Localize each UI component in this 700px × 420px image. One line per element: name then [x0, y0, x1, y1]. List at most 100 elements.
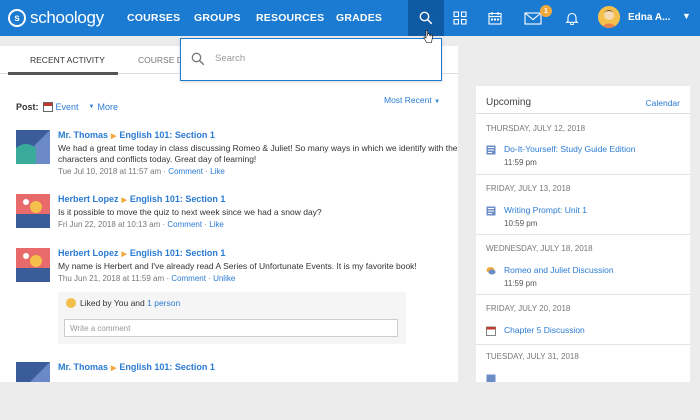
nav-resources[interactable]: RESOURCES: [256, 12, 324, 24]
discussion-icon: [486, 267, 496, 275]
student-avatar[interactable]: [16, 248, 50, 282]
divider: [476, 344, 690, 345]
event-name[interactable]: Chapter 5 Discussion: [504, 325, 585, 335]
logo-mark: s: [8, 9, 26, 27]
post-text: Is it possible to move the quiz to next …: [58, 207, 322, 217]
upcoming-event[interactable]: Writing Prompt: Unit 1 10:59 pm: [486, 205, 587, 228]
post-author[interactable]: Herbert Lopez: [58, 194, 119, 204]
upcoming-date: FRIDAY, JULY 20, 2018: [486, 304, 571, 313]
feed-item: Herbert Lopez ▶ English 101: Section 1 Is …: [16, 194, 456, 234]
post-course[interactable]: English 101: Section 1: [130, 248, 226, 258]
message-count-badge: 1: [540, 5, 552, 17]
search-dropdown: [180, 38, 442, 81]
post-event-link[interactable]: Event: [56, 102, 79, 112]
event-time: 10:59 pm: [504, 219, 538, 228]
calendar-icon[interactable]: [485, 8, 505, 28]
divider: [476, 294, 690, 295]
search-input[interactable]: [215, 53, 415, 64]
like-link[interactable]: Like: [209, 220, 224, 229]
post-timestamp: Thu Jun 21, 2018 at 11:59 am: [58, 274, 165, 283]
schoology-logo[interactable]: s schoology: [8, 6, 104, 30]
nav-groups[interactable]: GROUPS: [194, 12, 241, 24]
liked-by-text: Liked by You and: [80, 298, 145, 308]
upcoming-date: WEDNESDAY, JULY 18, 2018: [486, 244, 593, 253]
post-timestamp: Tue Jul 10, 2018 at 11:57 am: [58, 167, 162, 176]
event-time: 11:59 pm: [504, 158, 537, 167]
apps-grid-icon[interactable]: [450, 8, 470, 28]
post-more-link[interactable]: More: [97, 102, 118, 112]
liked-by-person-link[interactable]: 1 person: [147, 298, 180, 308]
arrow-right-icon: ▶: [111, 365, 117, 372]
nav-grades[interactable]: GRADES: [336, 12, 382, 24]
feed-item: Mr. Thomas ▶ English 101: Section 1 We had…: [16, 130, 458, 180]
comment-link[interactable]: Comment: [167, 220, 202, 229]
post-text: My name is Herbert and I've already read…: [58, 261, 417, 271]
post-course[interactable]: English 101: Section 1: [130, 194, 226, 204]
smiley-icon: [66, 298, 76, 308]
teacher-avatar[interactable]: [16, 362, 50, 382]
event-name[interactable]: Romeo and Juliet Discussion: [504, 265, 614, 275]
comment-link[interactable]: Comment: [168, 167, 203, 176]
student-avatar[interactable]: [16, 194, 50, 228]
post-timestamp: Fri Jun 22, 2018 at 10:13 am: [58, 220, 161, 229]
post-course[interactable]: English 101: Section 1: [119, 130, 215, 140]
event-time: 11:59 pm: [504, 279, 537, 288]
event-name[interactable]: Writing Prompt: Unit 1: [504, 205, 587, 215]
unlike-link[interactable]: Unlike: [213, 274, 235, 283]
post-author[interactable]: Mr. Thomas: [58, 362, 108, 372]
assignment-icon: [486, 145, 496, 155]
nav-courses[interactable]: COURSES: [127, 12, 180, 24]
calendar-link[interactable]: Calendar: [646, 98, 681, 108]
more-chevron-icon[interactable]: ▼: [89, 104, 95, 110]
comment-link[interactable]: Comment: [171, 274, 206, 283]
tab-recent-activity[interactable]: RECENT ACTIVITY: [30, 55, 105, 65]
sort-dropdown[interactable]: Most Recent ▼: [384, 95, 440, 105]
user-name[interactable]: Edna A...: [628, 12, 670, 23]
upcoming-event[interactable]: [486, 373, 504, 382]
arrow-right-icon: ▶: [111, 133, 117, 140]
upcoming-date: FRIDAY, JULY 13, 2018: [486, 184, 571, 193]
upcoming-panel: Upcoming Calendar THURSDAY, JULY 12, 201…: [476, 86, 690, 382]
post-label: Post:: [16, 102, 39, 112]
teacher-avatar[interactable]: [16, 130, 50, 164]
divider: [476, 174, 690, 175]
like-link[interactable]: Like: [210, 167, 225, 176]
comment-input[interactable]: Write a comment: [64, 319, 398, 337]
activity-feed-panel: RECENT ACTIVITY COURSE DA Post: Event ▼ …: [0, 46, 458, 382]
bell-icon[interactable]: [562, 8, 582, 28]
post-bar: Post: Event ▼ More: [16, 100, 128, 114]
post-text: We had a great time today in class discu…: [58, 143, 458, 164]
logo-text: schoology: [30, 8, 104, 27]
chevron-down-icon[interactable]: ▼: [682, 11, 691, 21]
post-author[interactable]: Mr. Thomas: [58, 130, 108, 140]
likes-section: Liked by You and 1 person Write a commen…: [58, 292, 406, 344]
upcoming-event[interactable]: Do-It-Yourself: Study Guide Edition 11:59…: [486, 144, 636, 167]
top-navigation: s schoology COURSES GROUPS RESOURCES GRA…: [0, 0, 700, 36]
mouse-cursor-icon: [423, 30, 433, 43]
arrow-right-icon: ▶: [121, 197, 127, 204]
user-avatar[interactable]: [598, 6, 620, 28]
arrow-right-icon: ▶: [121, 251, 127, 258]
upcoming-event[interactable]: Romeo and Juliet Discussion 11:59 pm: [486, 265, 614, 288]
upcoming-title: Upcoming: [486, 97, 532, 108]
search-icon: [191, 52, 205, 66]
comment-placeholder: Write a comment: [70, 324, 131, 333]
active-tab-indicator: [8, 72, 118, 75]
divider: [476, 234, 690, 235]
upcoming-date: TUESDAY, JULY 31, 2018: [486, 352, 579, 361]
divider: [476, 113, 690, 114]
upcoming-date: THURSDAY, JULY 12, 2018: [486, 124, 586, 133]
event-name[interactable]: Do-It-Yourself: Study Guide Edition: [504, 144, 636, 154]
event-icon[interactable]: [42, 102, 53, 112]
feed-item: Mr. Thomas ▶ English 101: Section 1: [16, 362, 456, 382]
sort-label: Most Recent: [384, 95, 432, 105]
sort-chevron-icon: ▼: [434, 99, 441, 105]
assignment-icon: [486, 374, 496, 382]
feed-item: Herbert Lopez ▶ English 101: Section 1 My …: [16, 248, 456, 288]
post-course[interactable]: English 101: Section 1: [119, 362, 215, 372]
upcoming-event[interactable]: Chapter 5 Discussion: [486, 325, 585, 336]
assignment-icon: [486, 206, 496, 216]
search-icon: [419, 11, 433, 25]
event-icon: [486, 326, 496, 336]
post-author[interactable]: Herbert Lopez: [58, 248, 119, 258]
